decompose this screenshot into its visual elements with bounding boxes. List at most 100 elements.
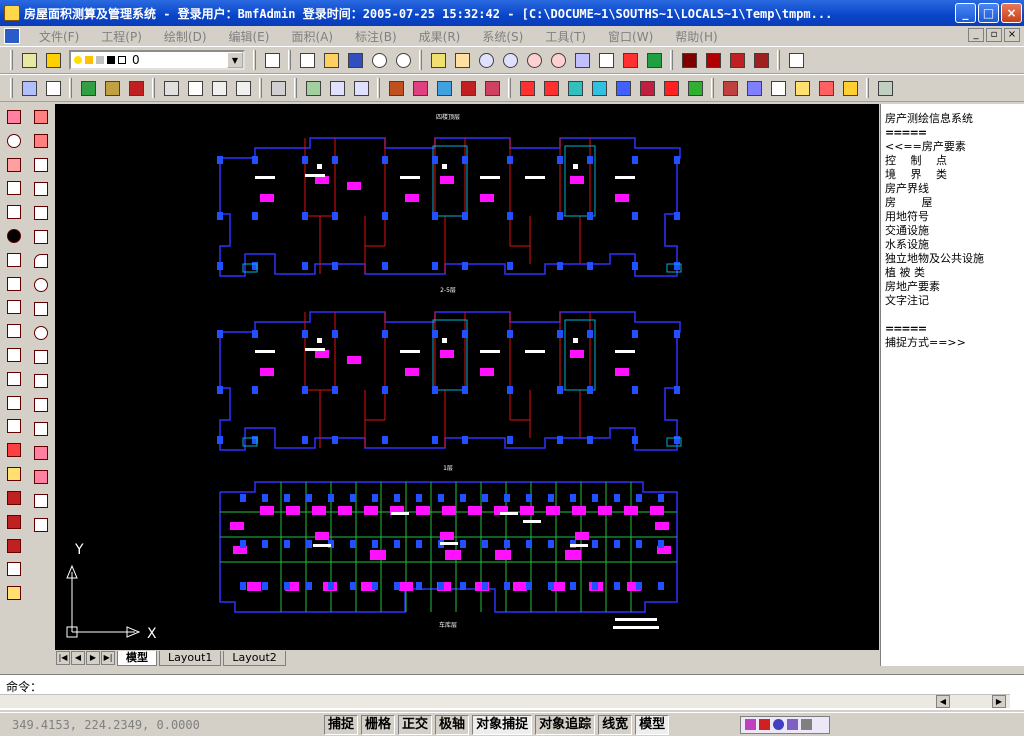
- ortho-toggle[interactable]: 正交: [398, 714, 433, 735]
- zoom-out-icon[interactable]: [499, 49, 521, 71]
- polar-toggle[interactable]: 极轴: [435, 714, 470, 735]
- ime-tray[interactable]: [740, 715, 831, 734]
- paint-icon[interactable]: [409, 77, 431, 99]
- toolbar-grip[interactable]: [377, 78, 380, 98]
- exit-icon[interactable]: [643, 49, 665, 71]
- toolbar-grip[interactable]: [253, 50, 256, 70]
- cursor-tool-icon[interactable]: [785, 49, 807, 71]
- fillet-icon[interactable]: [3, 416, 25, 438]
- building-up-icon[interactable]: [77, 77, 99, 99]
- table-insert-icon[interactable]: [30, 514, 52, 536]
- zoom-extents-icon[interactable]: [523, 49, 545, 71]
- panel-title[interactable]: 房产测绘信息系统: [885, 112, 1024, 126]
- toolbar-grip[interactable]: [777, 50, 780, 70]
- toolbar-grip[interactable]: [670, 50, 673, 70]
- region-icon[interactable]: [30, 394, 52, 416]
- minimize-button[interactable]: _: [955, 3, 976, 23]
- lineweight-toggle[interactable]: 线宽: [598, 714, 633, 735]
- hatch-icon[interactable]: [184, 77, 206, 99]
- mirror-icon[interactable]: [3, 154, 25, 176]
- house-measure-icon[interactable]: [678, 49, 700, 71]
- tab-layout1[interactable]: Layout1: [159, 650, 222, 666]
- layers-stack-icon[interactable]: [385, 77, 407, 99]
- panel-item-vegetation[interactable]: 植 被 类: [885, 266, 1024, 280]
- room-hatch-icon[interactable]: [612, 77, 634, 99]
- model-toggle[interactable]: 模型: [635, 714, 670, 735]
- flag-icon[interactable]: [839, 77, 861, 99]
- book-icon[interactable]: [18, 77, 40, 99]
- undo-icon[interactable]: [368, 49, 390, 71]
- close-button[interactable]: ×: [1001, 3, 1022, 23]
- window-sill-icon[interactable]: [3, 535, 25, 557]
- mdi-close-button[interactable]: ×: [1004, 28, 1020, 42]
- tab-last-icon[interactable]: ▶|: [101, 651, 115, 665]
- drawing-canvas[interactable]: 四楼顶层 2-5层 1层 车库层 Y X: [55, 104, 879, 650]
- arc-icon[interactable]: [30, 250, 52, 272]
- rotate-icon[interactable]: [3, 225, 25, 247]
- polyline-icon[interactable]: [30, 154, 52, 176]
- extend-icon[interactable]: [3, 344, 25, 366]
- wall-icon[interactable]: [3, 487, 25, 509]
- house-report-icon[interactable]: [750, 49, 772, 71]
- duplicate-icon[interactable]: [791, 77, 813, 99]
- toolbar-grip[interactable]: [508, 78, 511, 98]
- rectangle-icon[interactable]: [30, 226, 52, 248]
- house-list-icon[interactable]: [726, 49, 748, 71]
- toolbar-grip[interactable]: [10, 78, 13, 98]
- room-house-icon[interactable]: [660, 77, 682, 99]
- circle-icon[interactable]: [30, 274, 52, 296]
- construction-line-icon[interactable]: [30, 130, 52, 152]
- panel-item-transport[interactable]: 交通设施: [885, 224, 1024, 238]
- redo-icon[interactable]: [392, 49, 414, 71]
- room-fill-icon[interactable]: [564, 77, 586, 99]
- ellipse-icon[interactable]: [30, 322, 52, 344]
- menu-file[interactable]: 文件(F): [28, 28, 90, 45]
- zoom-window-icon[interactable]: [350, 77, 372, 99]
- corner-icon[interactable]: [433, 77, 455, 99]
- toolbar-grip[interactable]: [288, 50, 291, 70]
- explode-icon[interactable]: [3, 439, 25, 461]
- panel-item-house-elements[interactable]: <<==房产要素: [885, 140, 1024, 154]
- palette-icon[interactable]: [815, 77, 837, 99]
- copy-layer-icon[interactable]: [719, 77, 741, 99]
- tab-layout2[interactable]: Layout2: [223, 650, 286, 666]
- find-icon[interactable]: [326, 77, 348, 99]
- panel-item-land-symbols[interactable]: 用地符号: [885, 210, 1024, 224]
- home-icon[interactable]: [874, 77, 896, 99]
- panel-item-water[interactable]: 水系设施: [885, 238, 1024, 252]
- insert-icon[interactable]: [30, 466, 52, 488]
- toolbar-grip[interactable]: [69, 78, 72, 98]
- panel-item-snap-mode[interactable]: 捕捉方式==>>: [885, 336, 1024, 350]
- scroll-left-icon[interactable]: ◀: [936, 695, 950, 708]
- stretch-icon[interactable]: [3, 273, 25, 295]
- tab-next-icon[interactable]: ▶: [86, 651, 100, 665]
- menu-annotate[interactable]: 标注(B): [344, 28, 408, 45]
- roof-icon[interactable]: [267, 77, 289, 99]
- door-icon[interactable]: [3, 511, 25, 533]
- save-icon[interactable]: [344, 49, 366, 71]
- chamfer-icon[interactable]: [3, 392, 25, 414]
- room-stair-icon[interactable]: [636, 77, 658, 99]
- room-select-icon[interactable]: [588, 77, 610, 99]
- select-icon[interactable]: [42, 77, 64, 99]
- scale-icon[interactable]: [3, 249, 25, 271]
- tab-prev-icon[interactable]: ◀: [71, 651, 85, 665]
- text-icon[interactable]: [30, 418, 52, 440]
- arc-polyline-icon[interactable]: [30, 178, 52, 200]
- snap-toggle[interactable]: 捕捉: [324, 714, 359, 735]
- dimension-icon[interactable]: [3, 463, 25, 485]
- floor-plan-drawing[interactable]: 四楼顶层 2-5层 1层车库层 Y X: [55, 104, 879, 650]
- hatch-pattern-icon[interactable]: [30, 370, 52, 392]
- database-icon[interactable]: [457, 77, 479, 99]
- layer-select[interactable]: 0 ▼: [69, 50, 245, 70]
- mdi-restore-button[interactable]: ▫: [986, 28, 1002, 42]
- building-grid-icon[interactable]: [208, 77, 230, 99]
- grid-toggle[interactable]: 栅格: [361, 714, 396, 735]
- erase-icon[interactable]: [3, 106, 25, 128]
- zoom-realtime-icon[interactable]: [475, 49, 497, 71]
- offset-icon[interactable]: [3, 177, 25, 199]
- panel-item-text-notes[interactable]: 文字注记: [885, 294, 1024, 308]
- panel-item-boundary[interactable]: 境 界 类: [885, 168, 1024, 182]
- break-icon[interactable]: [3, 368, 25, 390]
- toolbar-grip[interactable]: [711, 78, 714, 98]
